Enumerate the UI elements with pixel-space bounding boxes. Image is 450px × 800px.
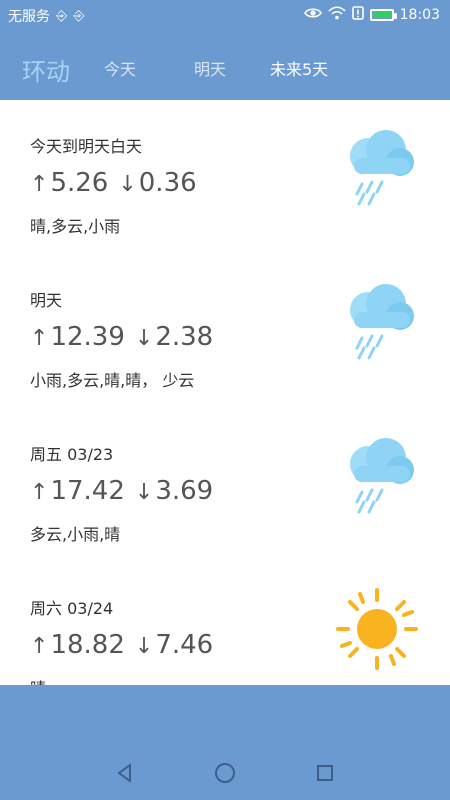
app-header: 环动 今天 明天 未来5天 (0, 32, 450, 100)
recent-square-icon (317, 765, 333, 781)
low-temp: ↓ 7.46 (135, 630, 213, 660)
low-temp: ↓ 3.69 (135, 476, 213, 506)
battery-fill (372, 12, 391, 18)
forecast-card[interactable]: 周五 03/23 ↑ 17.42 ↓ 3.69 多云,小雨,晴 (0, 408, 450, 562)
low-temp: ↓ 0.36 (118, 168, 196, 198)
low-value: 7.46 (155, 630, 214, 660)
recent-apps-button[interactable] (310, 758, 340, 788)
low-value: 2.38 (155, 322, 214, 352)
high-temp: ↑ 17.42 (30, 476, 125, 506)
low-value: 3.69 (155, 476, 214, 506)
forecast-list[interactable]: 今天到明天白天 ↑ 5.26 ↓ 0.36 晴,多云,小雨 明天 ↑ 12.39… (0, 100, 450, 685)
up-arrow-icon: ↑ (30, 634, 49, 659)
app-brand: 环动 (22, 58, 70, 86)
down-arrow-icon: ↓ (134, 634, 154, 659)
home-circle-icon (215, 763, 235, 783)
card-temps: ↑ 5.26 ↓ 0.36 (30, 168, 197, 198)
card-title: 周六 03/24 (30, 599, 114, 618)
status-left: 无服务 ⎆ ⎆ (8, 6, 84, 26)
low-value: 0.36 (138, 168, 197, 198)
back-button[interactable] (110, 758, 140, 788)
wifi-icon (328, 6, 346, 24)
status-time: 18:03 (399, 7, 440, 23)
sun-icon (334, 586, 420, 672)
high-value: 17.42 (50, 476, 125, 506)
card-title: 周五 03/23 (30, 445, 114, 464)
high-temp: ↑ 5.26 (30, 168, 108, 198)
battery-icon (369, 9, 397, 21)
high-temp: ↑ 12.39 (30, 322, 125, 352)
high-temp: ↑ 18.82 (30, 630, 125, 660)
down-arrow-icon: ↓ (118, 172, 137, 197)
high-value: 12.39 (50, 322, 125, 352)
eye-icon (303, 7, 322, 23)
card-description: 小雨,多云,晴,晴， 少云 (30, 371, 195, 390)
high-value: 18.82 (50, 630, 125, 660)
card-title: 明天 (30, 291, 63, 310)
card-description: 晴 (30, 675, 46, 685)
down-arrow-icon: ↓ (134, 326, 154, 351)
down-arrow-icon: ↓ (134, 480, 154, 505)
system-nav-bar (0, 685, 450, 800)
carrier-text: 无服务 (8, 9, 50, 25)
card-temps: ↑ 17.42 ↓ 3.69 (30, 476, 213, 506)
tab-today[interactable]: 今天 (104, 56, 136, 80)
rain-cloud-icon (334, 124, 420, 210)
usb-icon: ⎆ (73, 8, 85, 24)
tab-next-5-days[interactable]: 未来5天 (270, 56, 328, 80)
usb-icon: ⎆ (56, 8, 68, 24)
rain-cloud-icon (334, 278, 420, 364)
alert-sim-icon (351, 6, 364, 24)
tab-tomorrow[interactable]: 明天 (194, 56, 226, 80)
low-temp: ↓ 2.38 (135, 322, 213, 352)
status-bar: 无服务 ⎆ ⎆ 18:03 (0, 0, 450, 32)
card-temps: ↑ 18.82 ↓ 7.46 (30, 630, 213, 660)
back-triangle-icon (117, 763, 131, 783)
high-value: 5.26 (50, 168, 109, 198)
card-description: 多云,小雨,晴 (30, 525, 121, 544)
up-arrow-icon: ↑ (30, 480, 49, 505)
card-title: 今天到明天白天 (30, 137, 143, 156)
home-button[interactable] (210, 758, 240, 788)
forecast-card[interactable]: 今天到明天白天 ↑ 5.26 ↓ 0.36 晴,多云,小雨 (0, 100, 450, 254)
up-arrow-icon: ↑ (30, 326, 49, 351)
status-right: 18:03 (303, 6, 440, 24)
up-arrow-icon: ↑ (30, 172, 49, 197)
forecast-card[interactable]: 明天 ↑ 12.39 ↓ 2.38 小雨,多云,晴,晴， 少云 (0, 254, 450, 408)
forecast-card[interactable]: 周六 03/24 ↑ 18.82 ↓ 7.46 晴 (0, 562, 450, 685)
rain-cloud-icon (334, 432, 420, 518)
card-temps: ↑ 12.39 ↓ 2.38 (30, 322, 213, 352)
card-description: 晴,多云,小雨 (30, 217, 121, 236)
